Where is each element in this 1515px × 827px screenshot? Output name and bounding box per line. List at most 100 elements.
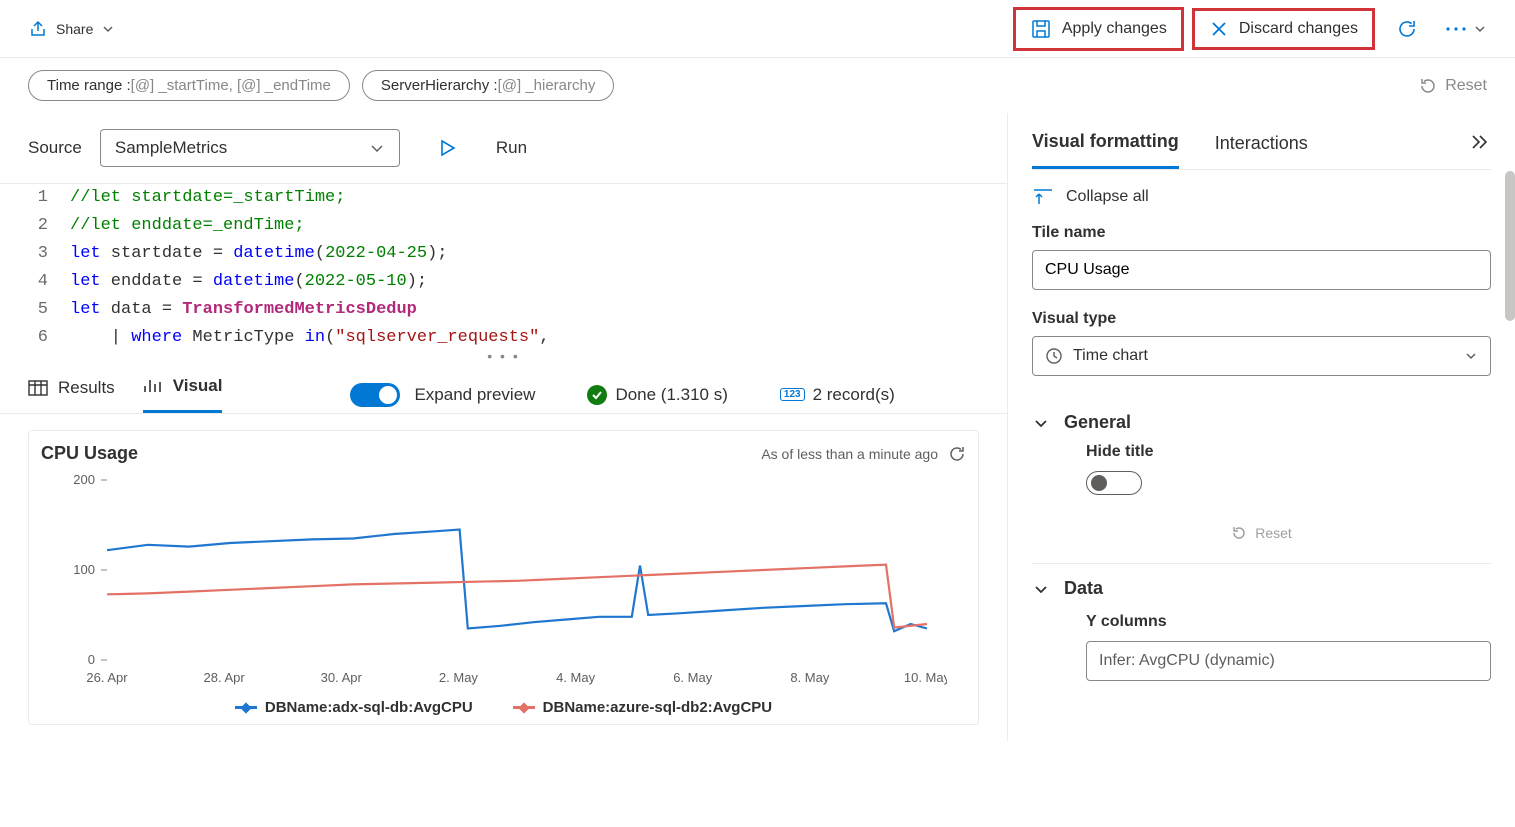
tile-name-input[interactable]: [1032, 250, 1491, 290]
editor-resize-handle[interactable]: • • •: [0, 352, 1007, 364]
source-row: Source SampleMetrics Run: [0, 113, 1007, 183]
done-label: Done (1.310 s): [615, 385, 727, 405]
query-status: Done (1.310 s): [587, 385, 727, 405]
run-label: Run: [496, 138, 527, 158]
record-count: 123 2 record(s): [780, 385, 895, 405]
format-panel: Visual formatting Interactions Collapse …: [1007, 113, 1515, 741]
chart-card: CPU Usage As of less than a minute ago 0…: [28, 430, 979, 725]
more-icon: [1445, 26, 1467, 32]
filter-bar: Time range : [@] _startTime, [@] _endTim…: [0, 58, 1515, 113]
records-badge-icon: 123: [780, 388, 805, 401]
double-chevron-icon: [1471, 134, 1491, 150]
expand-preview-label: Expand preview: [414, 385, 535, 405]
source-label: Source: [28, 138, 82, 158]
tab-results[interactable]: Results: [28, 378, 115, 412]
share-icon: [28, 19, 48, 39]
chevron-down-icon: [1032, 414, 1050, 432]
expand-panel-button[interactable]: [1471, 134, 1491, 167]
legend-swatch-blue: [235, 706, 257, 709]
time-range-value: [@] _startTime, [@] _endTime: [131, 77, 331, 94]
svg-text:100: 100: [73, 562, 95, 577]
expand-preview-toggle[interactable]: Expand preview: [350, 383, 535, 407]
refresh-icon: [1396, 18, 1418, 40]
svg-text:4. May: 4. May: [556, 670, 596, 685]
tile-name-label: Tile name: [1032, 224, 1491, 242]
apply-changes-button[interactable]: Apply changes: [1013, 7, 1184, 51]
chevron-down-icon: [369, 140, 385, 156]
share-label: Share: [56, 21, 93, 37]
hide-title-label: Hide title: [1086, 443, 1491, 461]
svg-text:26. Apr: 26. Apr: [86, 670, 128, 685]
legend-swatch-red: [513, 706, 535, 709]
reset-filters-button[interactable]: Reset: [1419, 77, 1487, 95]
data-label: Data: [1064, 578, 1103, 599]
tab-visual-label: Visual: [173, 376, 223, 396]
svg-text:0: 0: [88, 652, 95, 667]
hierarchy-key: ServerHierarchy :: [381, 77, 498, 94]
discard-changes-button[interactable]: Discard changes: [1192, 8, 1375, 50]
legend-label-2: DBName:azure-sql-db2:AvgCPU: [543, 699, 772, 716]
records-label: 2 record(s): [813, 385, 895, 405]
panel-tabs: Visual formatting Interactions: [1032, 131, 1491, 170]
legend-item-1[interactable]: DBName:adx-sql-db:AvgCPU: [235, 699, 473, 716]
chevron-down-icon: [1464, 349, 1478, 363]
server-hierarchy-pill[interactable]: ServerHierarchy : [@] _hierarchy: [362, 70, 614, 101]
legend-item-2[interactable]: DBName:azure-sql-db2:AvgCPU: [513, 699, 772, 716]
refresh-button[interactable]: [1387, 9, 1427, 49]
run-button[interactable]: Run: [438, 138, 527, 158]
reset-label: Reset: [1445, 77, 1487, 95]
chevron-down-icon: [1473, 22, 1487, 36]
scrollbar[interactable]: [1505, 171, 1515, 321]
time-range-key: Time range :: [47, 77, 131, 94]
check-icon: [587, 385, 607, 405]
svg-text:28. Apr: 28. Apr: [204, 670, 246, 685]
general-label: General: [1064, 412, 1131, 433]
data-group-header[interactable]: Data: [1032, 564, 1491, 609]
discard-changes-label: Discard changes: [1239, 20, 1358, 38]
svg-text:10. May: 10. May: [904, 670, 947, 685]
chart-timestamp: As of less than a minute ago: [761, 446, 938, 462]
play-icon: [438, 139, 456, 157]
collapse-all-button[interactable]: Collapse all: [1032, 170, 1491, 224]
reset-icon: [1419, 77, 1437, 95]
time-range-pill[interactable]: Time range : [@] _startTime, [@] _endTim…: [28, 70, 350, 101]
reset-general-button[interactable]: Reset: [1032, 513, 1491, 564]
y-columns-value: Infer: AvgCPU (dynamic): [1099, 652, 1275, 670]
chart-title: CPU Usage: [41, 443, 138, 464]
general-group-header[interactable]: General: [1032, 398, 1491, 443]
visual-type-label: Visual type: [1032, 310, 1491, 328]
svg-text:30. Apr: 30. Apr: [321, 670, 363, 685]
table-icon: [28, 380, 48, 396]
more-menu-button[interactable]: [1445, 22, 1487, 36]
svg-text:8. May: 8. May: [790, 670, 830, 685]
reset-general-label: Reset: [1255, 525, 1292, 541]
y-columns-select[interactable]: Infer: AvgCPU (dynamic): [1086, 641, 1491, 681]
top-toolbar: Share Apply changes Discard changes: [0, 0, 1515, 58]
refresh-icon[interactable]: [948, 445, 966, 463]
code-editor[interactable]: 1//let startdate=_startTime;2//let endda…: [0, 183, 1007, 352]
reset-icon: [1231, 525, 1247, 541]
chevron-down-icon: [101, 22, 115, 36]
toggle-switch[interactable]: [350, 383, 400, 407]
chart-icon: [143, 378, 163, 394]
time-chart: 010020026. Apr28. Apr30. Apr2. May4. May…: [37, 470, 947, 690]
y-columns-label: Y columns: [1086, 613, 1491, 631]
source-value: SampleMetrics: [115, 138, 227, 158]
hide-title-toggle[interactable]: [1086, 471, 1142, 495]
collapse-icon: [1032, 188, 1054, 206]
svg-text:2. May: 2. May: [439, 670, 479, 685]
close-icon: [1209, 19, 1229, 39]
tab-visual[interactable]: Visual: [143, 376, 223, 413]
tab-results-label: Results: [58, 378, 115, 398]
source-select[interactable]: SampleMetrics: [100, 129, 400, 167]
share-button[interactable]: Share: [28, 19, 115, 39]
editor-pane: Source SampleMetrics Run 1//let startdat…: [0, 113, 1007, 741]
tab-visual-formatting[interactable]: Visual formatting: [1032, 131, 1179, 169]
visual-type-select[interactable]: Time chart: [1032, 336, 1491, 376]
tab-interactions[interactable]: Interactions: [1215, 133, 1308, 168]
svg-text:6. May: 6. May: [673, 670, 713, 685]
collapse-all-label: Collapse all: [1066, 188, 1149, 206]
chart-legend: DBName:adx-sql-db:AvgCPU DBName:azure-sq…: [37, 693, 970, 716]
hierarchy-value: [@] _hierarchy: [498, 77, 596, 94]
chevron-down-icon: [1032, 580, 1050, 598]
